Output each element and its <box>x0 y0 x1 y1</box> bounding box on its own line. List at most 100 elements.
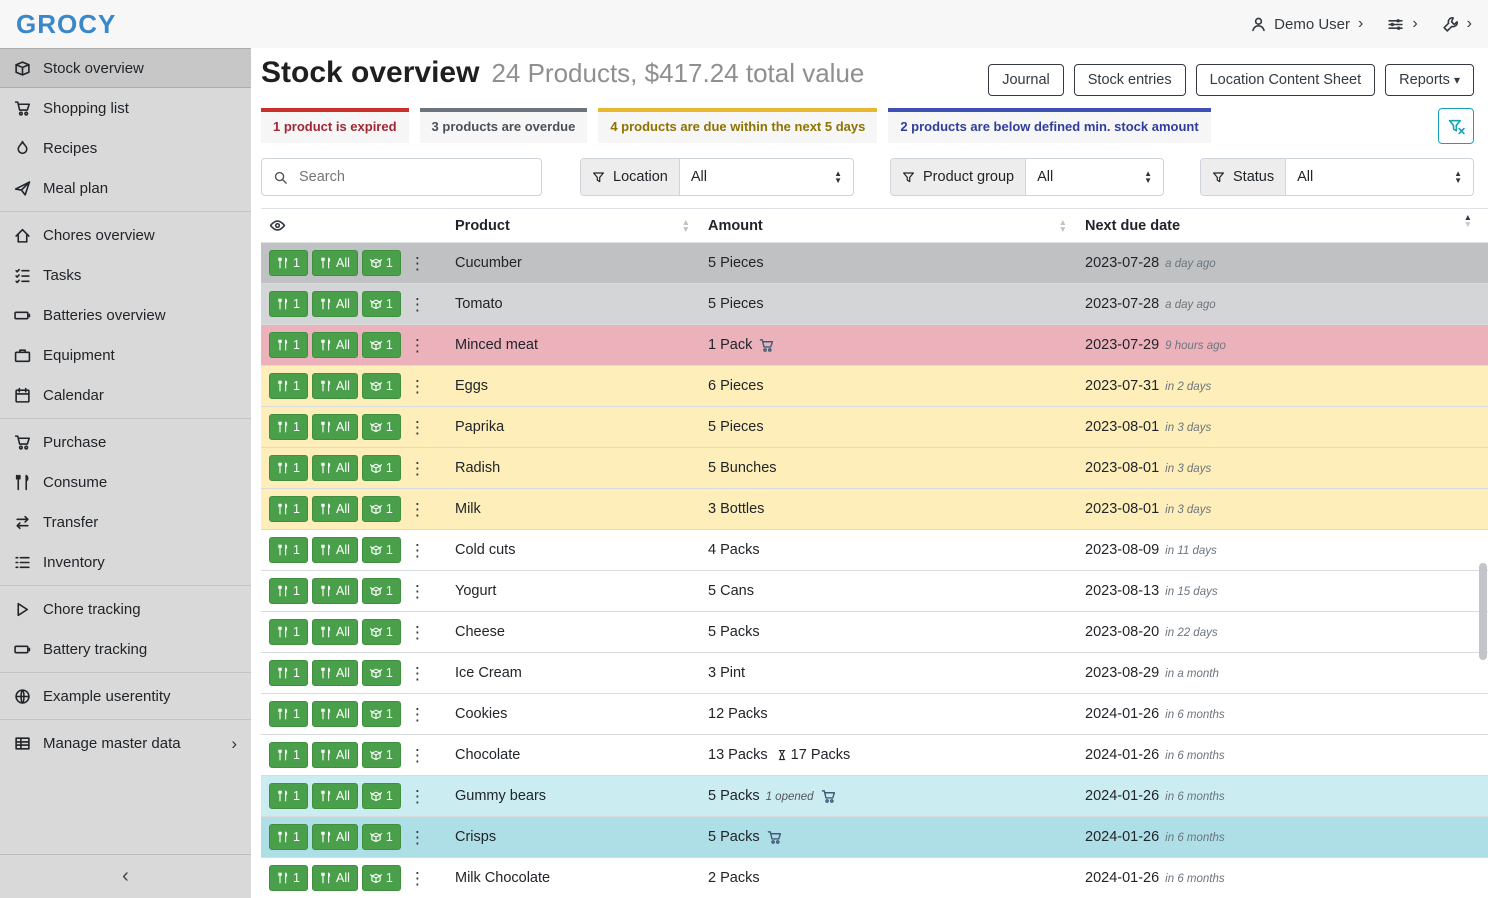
sidebar-item-battery-tracking[interactable]: Battery tracking <box>0 629 251 669</box>
row-menu-button[interactable]: ⋮ <box>405 296 430 313</box>
sidebar-item-transfer[interactable]: Transfer <box>0 502 251 542</box>
consume-one-button[interactable]: 1 <box>269 701 308 727</box>
reports-button[interactable]: Reports ▾ <box>1385 64 1474 96</box>
sidebar-item-shopping-list[interactable]: Shopping list <box>0 88 251 128</box>
product-row-milk-chocolate[interactable]: 1 All 1⋮Milk Chocolate2 Packs2024-01-26i… <box>261 858 1488 898</box>
quick-settings-menu[interactable]: › <box>1387 16 1417 33</box>
product-row-tomato[interactable]: 1 All 1⋮Tomato5 Pieces2023-07-28a day ag… <box>261 284 1488 325</box>
consume-all-button[interactable]: All <box>312 578 358 604</box>
open-one-button[interactable]: 1 <box>362 291 401 317</box>
below-min-stock-filter-banner[interactable]: 2 products are below defined min. stock … <box>888 108 1210 143</box>
admin-menu[interactable]: › <box>1442 16 1472 33</box>
row-menu-button[interactable]: ⋮ <box>405 788 430 805</box>
sidebar-item-equipment[interactable]: Equipment <box>0 335 251 375</box>
product-row-gummy-bears[interactable]: 1 All 1⋮Gummy bears5 Packs1 opened2024-0… <box>261 776 1488 817</box>
stock-entries-button[interactable]: Stock entries <box>1074 64 1186 96</box>
product-row-cookies[interactable]: 1 All 1⋮Cookies12 Packs2024-01-26in 6 mo… <box>261 694 1488 735</box>
open-one-button[interactable]: 1 <box>362 578 401 604</box>
product-row-minced-meat[interactable]: 1 All 1⋮Minced meat1 Pack2023-07-299 hou… <box>261 325 1488 366</box>
consume-all-button[interactable]: All <box>312 250 358 276</box>
open-one-button[interactable]: 1 <box>362 537 401 563</box>
product-row-radish[interactable]: 1 All 1⋮Radish5 Bunches2023-08-01in 3 da… <box>261 448 1488 489</box>
consume-one-button[interactable]: 1 <box>269 291 308 317</box>
open-one-button[interactable]: 1 <box>362 373 401 399</box>
consume-one-button[interactable]: 1 <box>269 414 308 440</box>
open-one-button[interactable]: 1 <box>362 783 401 809</box>
sidebar-item-meal-plan[interactable]: Meal plan <box>0 168 251 208</box>
sidebar-item-inventory[interactable]: Inventory <box>0 542 251 582</box>
open-one-button[interactable]: 1 <box>362 660 401 686</box>
row-menu-button[interactable]: ⋮ <box>405 255 430 272</box>
row-menu-button[interactable]: ⋮ <box>405 870 430 887</box>
consume-one-button[interactable]: 1 <box>269 455 308 481</box>
consume-one-button[interactable]: 1 <box>269 496 308 522</box>
consume-one-button[interactable]: 1 <box>269 619 308 645</box>
consume-one-button[interactable]: 1 <box>269 373 308 399</box>
row-menu-button[interactable]: ⋮ <box>405 501 430 518</box>
product-group-filter-select[interactable]: All▲▼ <box>1026 159 1163 195</box>
sidebar-item-stock-overview[interactable]: Stock overview <box>0 48 251 88</box>
eye-icon[interactable] <box>269 217 286 234</box>
due-soon-filter-banner[interactable]: 4 products are due within the next 5 day… <box>598 108 877 143</box>
row-menu-button[interactable]: ⋮ <box>405 829 430 846</box>
sidebar-item-chore-tracking[interactable]: Chore tracking <box>0 589 251 629</box>
product-row-cheese[interactable]: 1 All 1⋮Cheese5 Packs2023-08-20in 22 day… <box>261 612 1488 653</box>
consume-all-button[interactable]: All <box>312 332 358 358</box>
open-one-button[interactable]: 1 <box>362 865 401 891</box>
column-header-next-due-date[interactable]: Next due date▲▼ <box>1077 209 1488 243</box>
open-one-button[interactable]: 1 <box>362 455 401 481</box>
consume-all-button[interactable]: All <box>312 496 358 522</box>
sidebar-item-consume[interactable]: Consume <box>0 462 251 502</box>
consume-all-button[interactable]: All <box>312 660 358 686</box>
product-row-cucumber[interactable]: 1 All 1⋮Cucumber5 Pieces2023-07-28a day … <box>261 243 1488 284</box>
sidebar-item-purchase[interactable]: Purchase <box>0 422 251 462</box>
product-row-yogurt[interactable]: 1 All 1⋮Yogurt5 Cans2023-08-13in 15 days <box>261 571 1488 612</box>
consume-all-button[interactable]: All <box>312 783 358 809</box>
column-header-product[interactable]: Product▲▼ <box>447 209 700 243</box>
consume-all-button[interactable]: All <box>312 742 358 768</box>
consume-all-button[interactable]: All <box>312 619 358 645</box>
row-menu-button[interactable]: ⋮ <box>405 665 430 682</box>
product-row-paprika[interactable]: 1 All 1⋮Paprika5 Pieces2023-08-01in 3 da… <box>261 407 1488 448</box>
row-menu-button[interactable]: ⋮ <box>405 583 430 600</box>
location-content-sheet-button[interactable]: Location Content Sheet <box>1196 64 1376 96</box>
row-menu-button[interactable]: ⋮ <box>405 542 430 559</box>
consume-one-button[interactable]: 1 <box>269 660 308 686</box>
row-menu-button[interactable]: ⋮ <box>405 460 430 477</box>
consume-all-button[interactable]: All <box>312 537 358 563</box>
consume-one-button[interactable]: 1 <box>269 783 308 809</box>
open-one-button[interactable]: 1 <box>362 332 401 358</box>
row-menu-button[interactable]: ⋮ <box>405 747 430 764</box>
consume-all-button[interactable]: All <box>312 291 358 317</box>
journal-button[interactable]: Journal <box>988 64 1064 96</box>
consume-one-button[interactable]: 1 <box>269 250 308 276</box>
consume-all-button[interactable]: All <box>312 373 358 399</box>
open-one-button[interactable]: 1 <box>362 619 401 645</box>
sidebar-item-chores-overview[interactable]: Chores overview <box>0 215 251 255</box>
search-input[interactable] <box>299 159 541 195</box>
sidebar-item-example-userentity[interactable]: Example userentity <box>0 676 251 716</box>
product-row-ice-cream[interactable]: 1 All 1⋮Ice Cream3 Pint2023-08-29in a mo… <box>261 653 1488 694</box>
consume-all-button[interactable]: All <box>312 455 358 481</box>
consume-all-button[interactable]: All <box>312 865 358 891</box>
product-row-milk[interactable]: 1 All 1⋮Milk3 Bottles2023-08-01in 3 days <box>261 489 1488 530</box>
status-filter-select[interactable]: All▲▼ <box>1286 159 1473 195</box>
expired-filter-banner[interactable]: 1 product is expired <box>261 108 409 143</box>
row-menu-button[interactable]: ⋮ <box>405 378 430 395</box>
consume-all-button[interactable]: All <box>312 414 358 440</box>
row-menu-button[interactable]: ⋮ <box>405 419 430 436</box>
consume-one-button[interactable]: 1 <box>269 824 308 850</box>
open-one-button[interactable]: 1 <box>362 414 401 440</box>
row-menu-button[interactable]: ⋮ <box>405 337 430 354</box>
product-row-chocolate[interactable]: 1 All 1⋮Chocolate13 Packs17 Packs2024-01… <box>261 735 1488 776</box>
open-one-button[interactable]: 1 <box>362 250 401 276</box>
column-header-amount[interactable]: Amount▲▼ <box>700 209 1077 243</box>
consume-one-button[interactable]: 1 <box>269 865 308 891</box>
consume-all-button[interactable]: All <box>312 701 358 727</box>
open-one-button[interactable]: 1 <box>362 701 401 727</box>
open-one-button[interactable]: 1 <box>362 742 401 768</box>
product-row-cold-cuts[interactable]: 1 All 1⋮Cold cuts4 Packs2023-08-09in 11 … <box>261 530 1488 571</box>
user-menu[interactable]: Demo User› <box>1250 16 1363 33</box>
sidebar-item-manage-master-data[interactable]: Manage master data› <box>0 723 251 763</box>
consume-all-button[interactable]: All <box>312 824 358 850</box>
